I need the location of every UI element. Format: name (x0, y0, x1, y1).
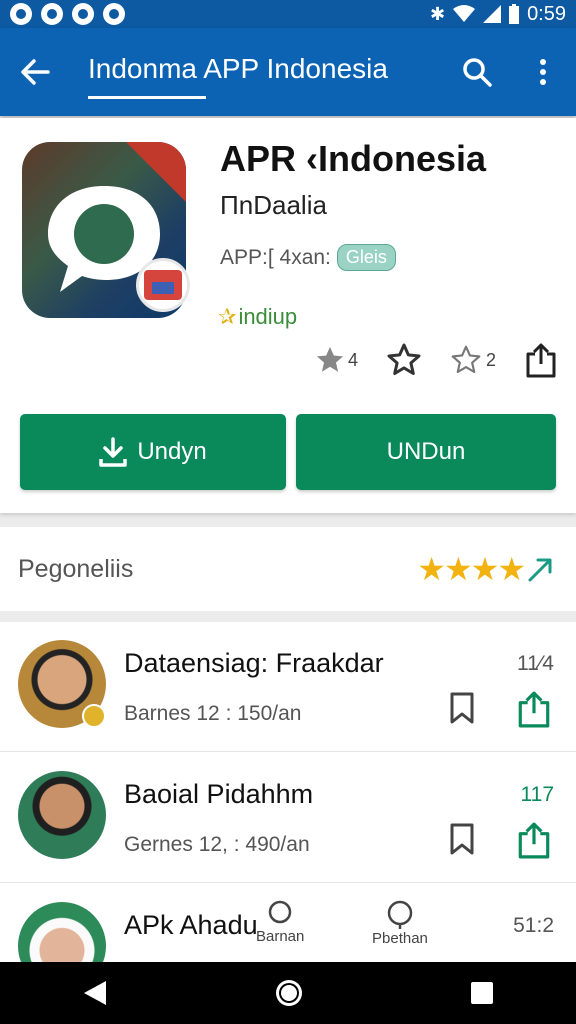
rate-half-button[interactable]: 4 (316, 346, 358, 374)
app-name: APR ‹Indonesia (220, 138, 487, 179)
nav-home-icon[interactable] (273, 977, 305, 1009)
avatar (18, 902, 106, 962)
app-bar-title-text: Indonma APP Indonesia (88, 53, 388, 84)
review-item[interactable]: Baoial Pidahhm Gernes 12, : 490/an 117 (0, 753, 576, 883)
bookmark-icon[interactable] (448, 823, 476, 855)
share-icon[interactable] (515, 690, 553, 728)
signal-icon (483, 5, 502, 23)
pin-icon (268, 900, 292, 924)
mini-nav-label: Pbethan (372, 930, 428, 947)
rate-outline-value: 2 (486, 349, 497, 370)
star-icons: ★★★★ (417, 551, 526, 587)
notification-icon (103, 3, 125, 25)
install-label: Undyn (137, 438, 207, 465)
rate-button[interactable] (386, 342, 422, 378)
rate-half-value: 4 (348, 349, 359, 370)
share-button[interactable] (524, 342, 558, 378)
search-icon (463, 58, 492, 87)
share-icon (526, 343, 556, 378)
open-button[interactable]: UNDun (296, 414, 556, 490)
app-bar: Indonma APP Indonesia (0, 28, 576, 116)
bluetooth-icon: ✱ (429, 3, 446, 24)
wifi-icon (453, 5, 476, 22)
reviewer-name: APk Ahadu (124, 910, 258, 940)
status-bar: ✱ 0:59 (0, 0, 576, 28)
notification-icon (41, 3, 63, 25)
reviews-header[interactable]: Pegoneliis ★★★★ (0, 527, 576, 611)
developer-badge-icon (136, 258, 190, 312)
app-bar-title: Indonma APP Indonesia (88, 53, 444, 99)
notification-icon (10, 3, 32, 25)
app-meta-label: APP:[ 4xan: (220, 245, 331, 269)
notification-icon (72, 3, 94, 25)
notification-icons (10, 3, 125, 25)
download-icon (99, 437, 128, 467)
reviewer-name: Dataensiag: Fraakdar (124, 648, 384, 678)
verified-badge-icon (82, 704, 106, 728)
install-button[interactable]: Undyn (20, 414, 286, 490)
action-row: 4 2 (316, 342, 558, 378)
bookmark-icon[interactable] (448, 692, 476, 724)
mini-nav-label: Barnan (256, 928, 305, 945)
more-vert-icon (540, 59, 546, 85)
review-meta: Gernes 12, : 490/an (124, 833, 310, 856)
review-count: 51:2 (513, 914, 554, 937)
star-outline-icon (451, 345, 481, 374)
reviews-title: Pegoneliis (18, 554, 134, 583)
mini-nav-item[interactable]: Pbethan (372, 900, 428, 947)
arrow-forward-icon (528, 558, 552, 582)
developer-name[interactable]: ΠnDaalia (220, 190, 327, 221)
reviewer-name: Baoial Pidahhm (124, 779, 314, 809)
award-badge: ✰ indiup (218, 304, 297, 330)
back-button[interactable] (0, 28, 70, 116)
star-outline-icon (387, 343, 421, 375)
more-options-button[interactable] (510, 28, 576, 116)
title-underline (88, 96, 206, 99)
system-nav-bar (0, 962, 576, 1024)
clock: 0:59 (527, 2, 566, 25)
pin-icon (387, 900, 413, 929)
mini-nav-item[interactable]: Barnan (256, 900, 304, 945)
rating-stars: ★★★★ (417, 550, 558, 588)
open-label: UNDun (386, 438, 466, 465)
category-chip[interactable]: Gleis (336, 244, 396, 271)
app-meta: APP:[ 4xan: Gleis (220, 244, 396, 271)
star-half-icon (316, 346, 344, 372)
avatar (18, 771, 106, 859)
status-icons: ✱ 0:59 (430, 3, 566, 26)
nav-recents-icon[interactable] (470, 981, 494, 1005)
rate-outline-button[interactable]: 2 (450, 344, 496, 376)
review-item[interactable]: Dataensiag: Fraakdar Barnes 12 : 150/an … (0, 622, 576, 752)
share-icon[interactable] (515, 821, 553, 859)
review-count: 11⁄4 (517, 652, 554, 675)
review-count: 117 (520, 783, 554, 806)
battery-icon (509, 4, 520, 24)
award-icon: ✰ (218, 304, 237, 329)
nav-back-icon[interactable] (82, 979, 108, 1007)
arrow-left-icon (21, 59, 50, 85)
award-label: indiup (238, 304, 298, 329)
review-meta: Barnes 12 : 150/an (124, 702, 302, 725)
search-button[interactable] (444, 28, 510, 116)
